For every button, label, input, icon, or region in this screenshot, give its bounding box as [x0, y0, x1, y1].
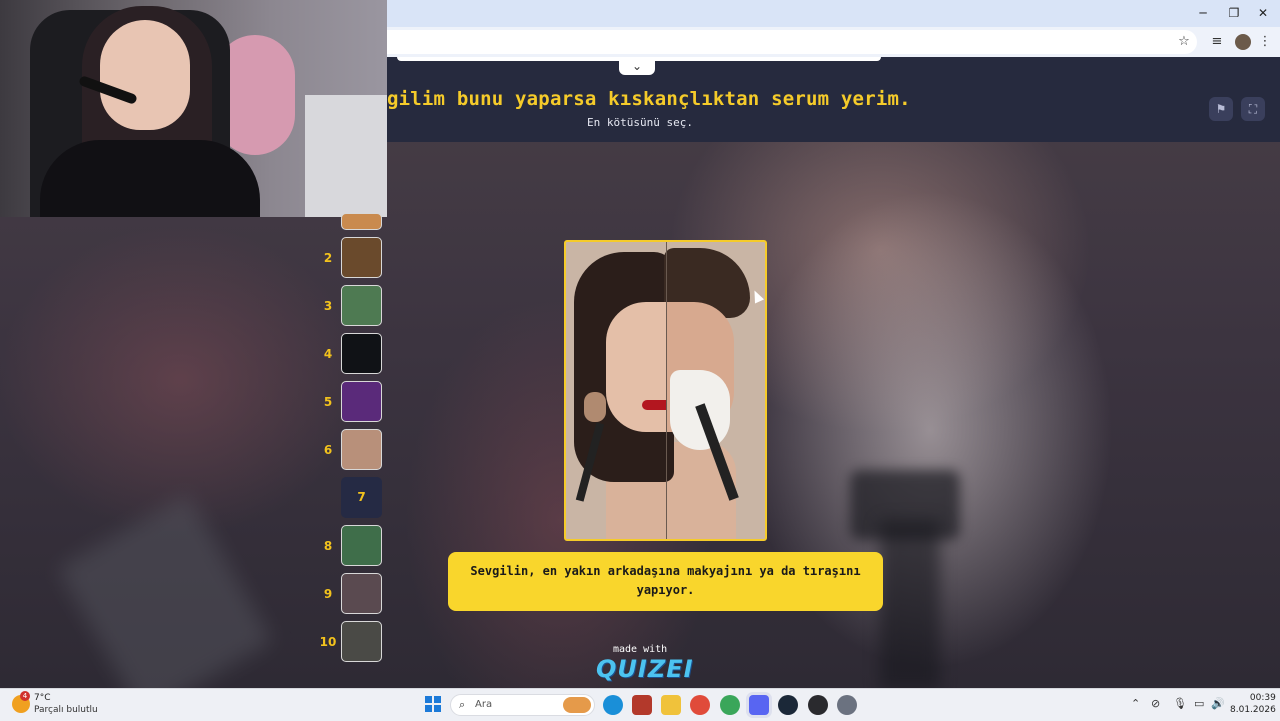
network-icon[interactable]: ⊘	[1151, 697, 1160, 710]
quizei-logo[interactable]: QUIZEI	[596, 655, 694, 683]
address-bar[interactable]	[387, 30, 1197, 54]
thumbnail-number: 5	[323, 395, 333, 409]
profile-avatar[interactable]	[1235, 34, 1251, 50]
chrome-profile-icon[interactable]	[720, 695, 740, 715]
chrome-icon[interactable]	[690, 695, 710, 715]
thumbnail-6[interactable]	[341, 429, 382, 470]
report-button[interactable]: ⚑	[1209, 97, 1233, 121]
webcam-overlay	[0, 0, 387, 217]
taskbar-clock[interactable]: 00:39 8.01.2026	[1230, 692, 1276, 716]
quiz-title: gilim bunu yaparsa kıskançlıktan serum y…	[387, 88, 911, 110]
media-controls-icon[interactable]: ≡	[1208, 33, 1226, 51]
minimize-button[interactable]: ─	[1193, 5, 1213, 21]
obs-icon[interactable]	[808, 695, 828, 715]
microphone-icon[interactable]: 🎙	[1173, 697, 1187, 710]
thumbnail-number: 8	[323, 539, 333, 553]
quiz-instruction: En kötüsünü seç.	[587, 116, 693, 129]
question-image[interactable]	[564, 240, 767, 541]
image-red-lips	[642, 400, 666, 410]
browser-menu-icon[interactable]: ⋮	[1256, 33, 1274, 51]
file-explorer-icon[interactable]	[661, 695, 681, 715]
answer-option[interactable]: Sevgilin, en yakın arkadaşına makyajını …	[448, 552, 883, 611]
flag-icon: ⚑	[1215, 102, 1227, 116]
weather-badge: 4	[20, 691, 30, 701]
webcam-face	[100, 20, 190, 130]
thumbnail-1-partial[interactable]	[341, 213, 382, 230]
thumbnail-number: 10	[319, 635, 337, 649]
fullscreen-icon: ⛶	[1248, 102, 1258, 116]
weather-description: Parçalı bulutlu	[34, 705, 98, 715]
image-makeup-brush	[584, 392, 606, 422]
taskbar-search[interactable]: ⌕ Ara	[450, 694, 595, 716]
thumbnail-number: 9	[323, 587, 333, 601]
windows-logo-tile	[434, 705, 441, 712]
chevron-up-icon[interactable]: ⌃	[1131, 697, 1140, 710]
game-icon[interactable]	[632, 695, 652, 715]
bookmark-star-icon[interactable]: ☆	[1175, 33, 1193, 51]
thumbnail-7-current[interactable]: 7	[341, 477, 382, 518]
edge-icon[interactable]	[603, 695, 623, 715]
webcam-radiator	[305, 95, 387, 217]
thumbnail-5[interactable]	[341, 381, 382, 422]
restore-button[interactable]: ❐	[1224, 5, 1244, 21]
steam-icon[interactable]	[778, 695, 798, 715]
clock-date: 8.01.2026	[1230, 705, 1276, 715]
thumbnail-number: 4	[323, 347, 333, 361]
browser-titlebar: ─ ❐ ✕	[387, 0, 1280, 27]
discord-icon[interactable]	[749, 695, 769, 715]
windows-logo-tile	[434, 696, 441, 703]
clock-time: 00:39	[1249, 693, 1276, 703]
windows-logo-tile	[425, 705, 432, 712]
thumbnail-number: 2	[323, 251, 333, 265]
thumbnail-8[interactable]	[341, 525, 382, 566]
taskbar: 4 7°C Parçalı bulutlu ⌕ Ara ⌃ ⊘ 🎙 ▭ 🔊 00…	[0, 688, 1280, 721]
quiz-header: ⌄ gilim bunu yaparsa kıskançlıktan serum…	[387, 57, 1280, 142]
background-razor-handle	[880, 520, 940, 690]
display-icon[interactable]: ▭	[1194, 697, 1204, 710]
search-placeholder: Ara	[475, 699, 493, 710]
thumbnail-3[interactable]	[341, 285, 382, 326]
thumbnail-10[interactable]	[341, 621, 382, 662]
thumbnail-number: 6	[323, 443, 333, 457]
made-with-label: made with	[613, 644, 668, 655]
thumbnail-number: 3	[323, 299, 333, 313]
image-woman-face	[606, 302, 666, 432]
search-icon: ⌕	[459, 698, 466, 711]
browser-toolbar: ☆ ≡ ⋮	[387, 27, 1280, 57]
settings-icon[interactable]	[837, 695, 857, 715]
close-button[interactable]: ✕	[1253, 5, 1273, 21]
thumbnail-9[interactable]	[341, 573, 382, 614]
search-highlight-icon	[563, 697, 591, 713]
collapse-header-button[interactable]: ⌄	[619, 57, 655, 75]
weather-temperature: 7°C	[34, 693, 51, 703]
windows-logo-tile	[425, 696, 432, 703]
image-split-line	[666, 242, 667, 539]
fullscreen-button[interactable]: ⛶	[1241, 97, 1265, 121]
start-button[interactable]	[425, 696, 441, 712]
chevron-down-icon: ⌄	[631, 59, 643, 73]
thumbnail-2[interactable]	[341, 237, 382, 278]
volume-icon[interactable]: 🔊	[1211, 697, 1225, 710]
webcam-body	[40, 140, 260, 217]
thumbnail-4[interactable]	[341, 333, 382, 374]
